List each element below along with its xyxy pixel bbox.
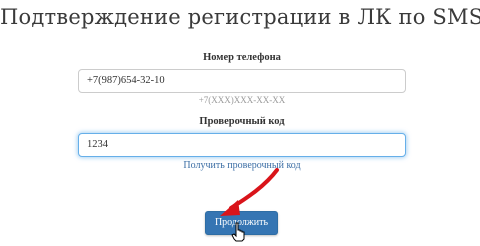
cursor-hand-icon xyxy=(231,222,245,242)
phone-format-hint: +7(XXX)XXX-XX-XX xyxy=(198,95,286,105)
page-title: Подтверждение регистрации в ЛК по SMS xyxy=(0,5,480,29)
code-label: Проверочный код xyxy=(199,116,285,127)
code-input[interactable]: 1234 xyxy=(78,133,406,157)
phone-input[interactable]: +7(987)654-32-10 xyxy=(78,69,406,93)
phone-label: Номер телефона xyxy=(203,52,281,63)
